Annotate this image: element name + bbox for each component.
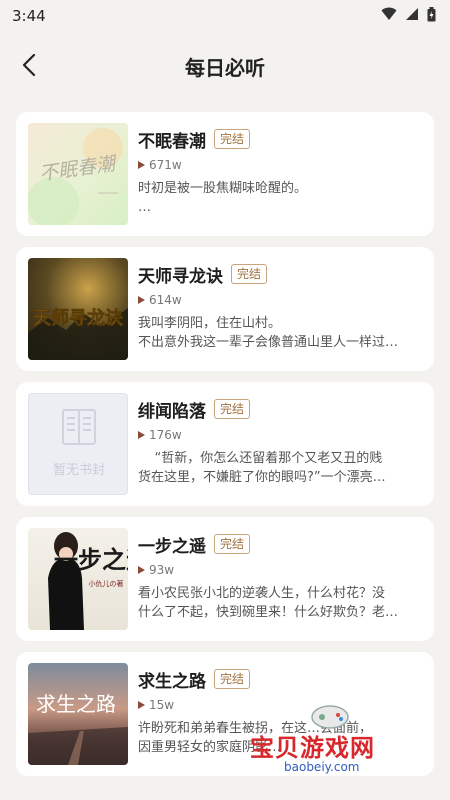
status-badge: 完结 <box>231 264 268 284</box>
book-title: 天师寻龙诀 <box>138 266 223 287</box>
battery-icon <box>427 6 436 26</box>
book-title: 求生之路 <box>138 671 206 692</box>
book-list: 不眠春潮 不眠春潮 完结 671w 时初是被一股焦糊味呛醒的。 … 天师寻龙诀 <box>0 100 450 776</box>
description-line: 什么了不起，快到碗里来！什么好欺负？老… <box>138 605 399 620</box>
description-line: 因重男轻女的家庭阴影… <box>138 740 282 755</box>
cover-title-text: 不眠春潮 <box>38 152 119 185</box>
book-description: 看小农民张小北的逆袭人生，什么村花？没 什么了不起，快到碗里来！什么好欺负？老… <box>138 584 422 622</box>
cover-placeholder-text: 暂无书封 <box>53 463 105 478</box>
book-card[interactable]: 暂无书封 绯闻陷落 完结 176w “哲新，你怎么还留着那个又老又丑的贱 货在这… <box>16 382 434 506</box>
book-cover: 一步之遥 小仇儿の著 <box>28 528 128 630</box>
book-card[interactable]: 一步之遥 小仇儿の著 一步之遥 完结 93w 看小农民张小北的逆袭人生，什么村花… <box>16 517 434 641</box>
description-line: 看小农民张小北的逆袭人生，什么村花？没 <box>138 586 386 601</box>
book-description: 我叫李阴阳，住在山村。 不出意外我这一辈子会像普通山里人一样过… <box>138 314 422 352</box>
book-description: “哲新，你怎么还留着那个又老又丑的贱 货在这里，不嫌脏了你的眼吗?”一个漂亮… <box>138 449 422 487</box>
play-icon <box>138 296 145 304</box>
play-icon <box>138 161 145 169</box>
book-description: 许盼死和弟弟春生被拐，在这…会面前， 因重男轻女的家庭阴影… <box>138 719 422 757</box>
play-icon <box>138 566 145 574</box>
page-title: 每日必听 <box>185 55 265 80</box>
cover-title-text: 一步之遥 <box>54 545 128 574</box>
play-count: 671w <box>149 158 182 172</box>
description-line: … <box>138 200 151 215</box>
cover-title-text: 天师寻龙诀 <box>33 307 124 329</box>
book-card[interactable]: 天师寻龙诀 天师寻龙诀 完结 614w 我叫李阴阳，住在山村。 不出意外我这一辈… <box>16 247 434 371</box>
book-card[interactable]: 求生之路 求生之路 完结 15w 许盼死和弟弟春生被拐，在这…会面前， 因重男轻… <box>16 652 434 776</box>
status-badge: 完结 <box>214 129 251 149</box>
play-count: 176w <box>149 428 182 442</box>
description-line: 我叫李阴阳，住在山村。 <box>138 316 282 331</box>
status-badge: 完结 <box>214 669 251 689</box>
wifi-icon <box>381 7 397 25</box>
description-line: 货在这里，不嫌脏了你的眼吗?”一个漂亮… <box>138 470 386 485</box>
description-line: 许盼死和弟弟春生被拐，在这…会面前， <box>138 721 373 736</box>
play-count: 93w <box>149 563 175 577</box>
book-title: 一步之遥 <box>138 536 206 557</box>
book-title: 不眠春潮 <box>138 131 206 152</box>
chevron-left-icon <box>22 53 36 77</box>
description-line: “哲新，你怎么还留着那个又老又丑的贱 <box>138 451 383 466</box>
book-placeholder-icon <box>62 409 96 445</box>
play-count: 614w <box>149 293 182 307</box>
status-badge: 完结 <box>214 399 251 419</box>
status-badge: 完结 <box>214 534 251 554</box>
book-description: 时初是被一股焦糊味呛醒的。 … <box>138 179 422 217</box>
description-line: 不出意外我这一辈子会像普通山里人一样过… <box>138 335 399 350</box>
status-time: 3:44 <box>12 7 46 25</box>
back-button[interactable] <box>14 50 44 80</box>
play-count: 15w <box>149 698 175 712</box>
book-cover: 不眠春潮 <box>28 123 128 225</box>
play-icon <box>138 431 145 439</box>
description-line: 时初是被一股焦糊味呛醒的。 <box>138 181 308 196</box>
book-cover: 天师寻龙诀 <box>28 258 128 360</box>
book-card[interactable]: 不眠春潮 不眠春潮 完结 671w 时初是被一股焦糊味呛醒的。 … <box>16 112 434 236</box>
status-bar: 3:44 <box>0 0 450 32</box>
book-cover: 求生之路 <box>28 663 128 765</box>
app-bar: 每日必听 <box>0 32 450 100</box>
cover-title-text: 求生之路 <box>36 692 116 716</box>
book-cover: 暂无书封 <box>28 393 128 495</box>
book-title: 绯闻陷落 <box>138 401 206 422</box>
cover-author-text: 小仇儿の著 <box>89 579 124 588</box>
play-icon <box>138 701 145 709</box>
signal-icon <box>405 7 419 25</box>
